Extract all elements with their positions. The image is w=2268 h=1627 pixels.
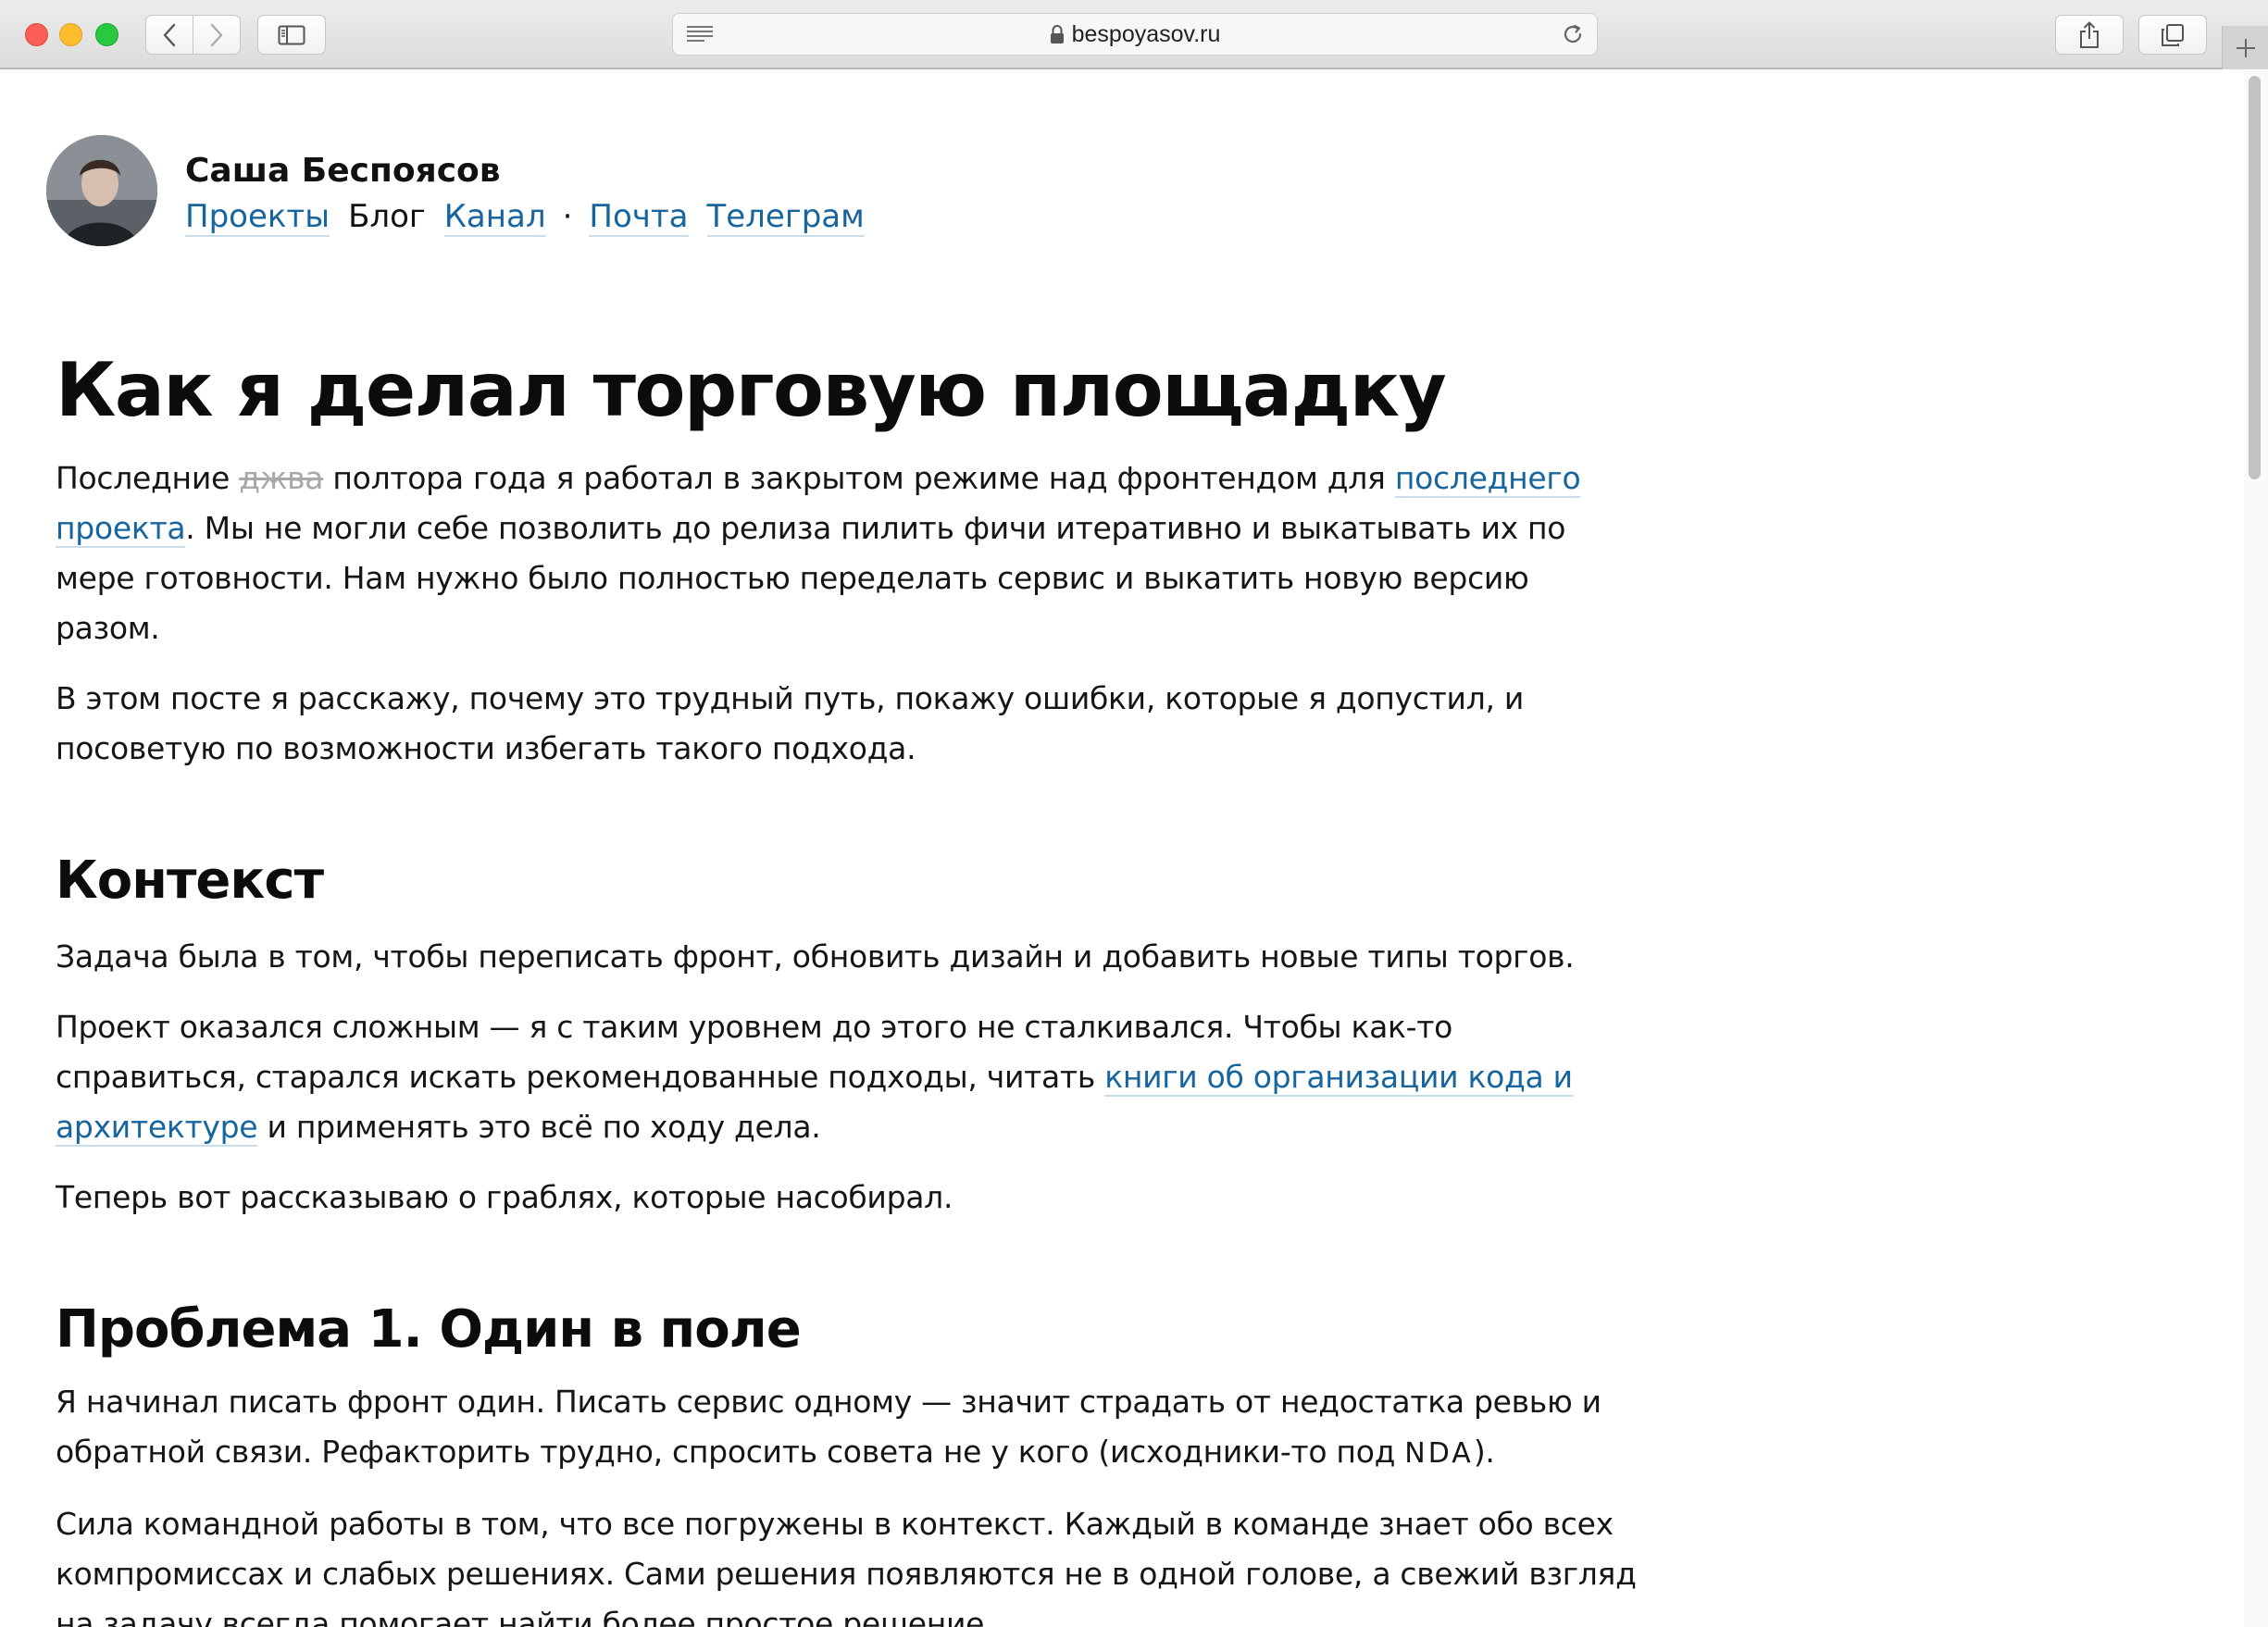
plus-icon <box>2236 38 2255 57</box>
context-paragraph-3: Теперь вот рассказываю о граблях, которы… <box>56 1179 953 1216</box>
page-scrollbar[interactable] <box>2244 70 2268 1627</box>
nav-channel-link[interactable]: Канал <box>443 198 546 237</box>
url-text: bespoyasov.ru <box>1071 20 1221 47</box>
section-heading-problem-1: Проблема 1. Один в поле <box>56 1299 802 1360</box>
share-button[interactable] <box>2055 15 2124 55</box>
new-tab-button[interactable] <box>2222 26 2268 69</box>
show-tabs-button[interactable] <box>2138 15 2207 55</box>
address-bar[interactable]: bespoyasov.ru <box>672 13 1598 56</box>
context-paragraph-2: Проект оказался сложным — я с таким уров… <box>56 1009 1573 1148</box>
nav-separator: · <box>562 198 573 235</box>
zoom-window-button[interactable] <box>95 23 118 46</box>
chevron-right-icon <box>210 23 223 46</box>
avatar-photo <box>46 135 157 246</box>
url-display: bespoyasov.ru <box>673 14 1597 55</box>
forward-button[interactable] <box>193 15 241 55</box>
scrollbar-thumb[interactable] <box>2249 76 2261 479</box>
chevron-left-icon <box>163 23 176 46</box>
problem1-paragraph-1: Я начинал писать фронт один. Писать серв… <box>56 1384 1601 1471</box>
tabs-overview-icon <box>2162 23 2184 46</box>
strikethrough-text: джва <box>239 460 324 496</box>
nav-mail-link[interactable]: Почта <box>589 198 689 237</box>
nav-blog-current: Блог <box>348 198 426 235</box>
author-name: Саша Беспоясов <box>185 152 501 190</box>
sidebar-toggle-button[interactable] <box>257 15 326 55</box>
intro-paragraph-2: В этом посте я расскажу, почему это труд… <box>56 680 1525 766</box>
lock-icon <box>1050 24 1065 44</box>
problem1-paragraph-2: Сила командной работы в том, что все пог… <box>56 1506 1637 1627</box>
context-paragraph-1: Задача была в том, чтобы переписать фрон… <box>56 938 1575 975</box>
reload-icon[interactable] <box>1562 23 1584 45</box>
close-window-button[interactable] <box>25 23 48 46</box>
intro-paragraph-1: Последние джва полтора года я работал в … <box>56 460 1581 646</box>
section-heading-context: Контекст <box>56 851 324 911</box>
minimize-window-button[interactable] <box>59 23 82 46</box>
back-button[interactable] <box>145 15 193 55</box>
article-title: Как я делал торговую площадку <box>56 347 1447 433</box>
nav-telegram-link[interactable]: Телеграм <box>706 198 865 237</box>
nda-abbr: NDA <box>1404 1437 1474 1471</box>
share-icon <box>2080 20 2099 48</box>
avatar <box>46 135 157 246</box>
nav-projects-link[interactable]: Проекты <box>185 198 330 237</box>
browser-toolbar: bespoyasov.ru <box>0 0 2268 69</box>
site-nav: Проекты Блог Канал · Почта Телеграм <box>185 198 865 237</box>
page-content: Саша Беспоясов Проекты Блог Канал · Почта Тел… <box>0 70 2244 1627</box>
sidebar-icon <box>278 25 305 44</box>
article: Как я делал торговую площадку Последние … <box>56 348 1648 1627</box>
